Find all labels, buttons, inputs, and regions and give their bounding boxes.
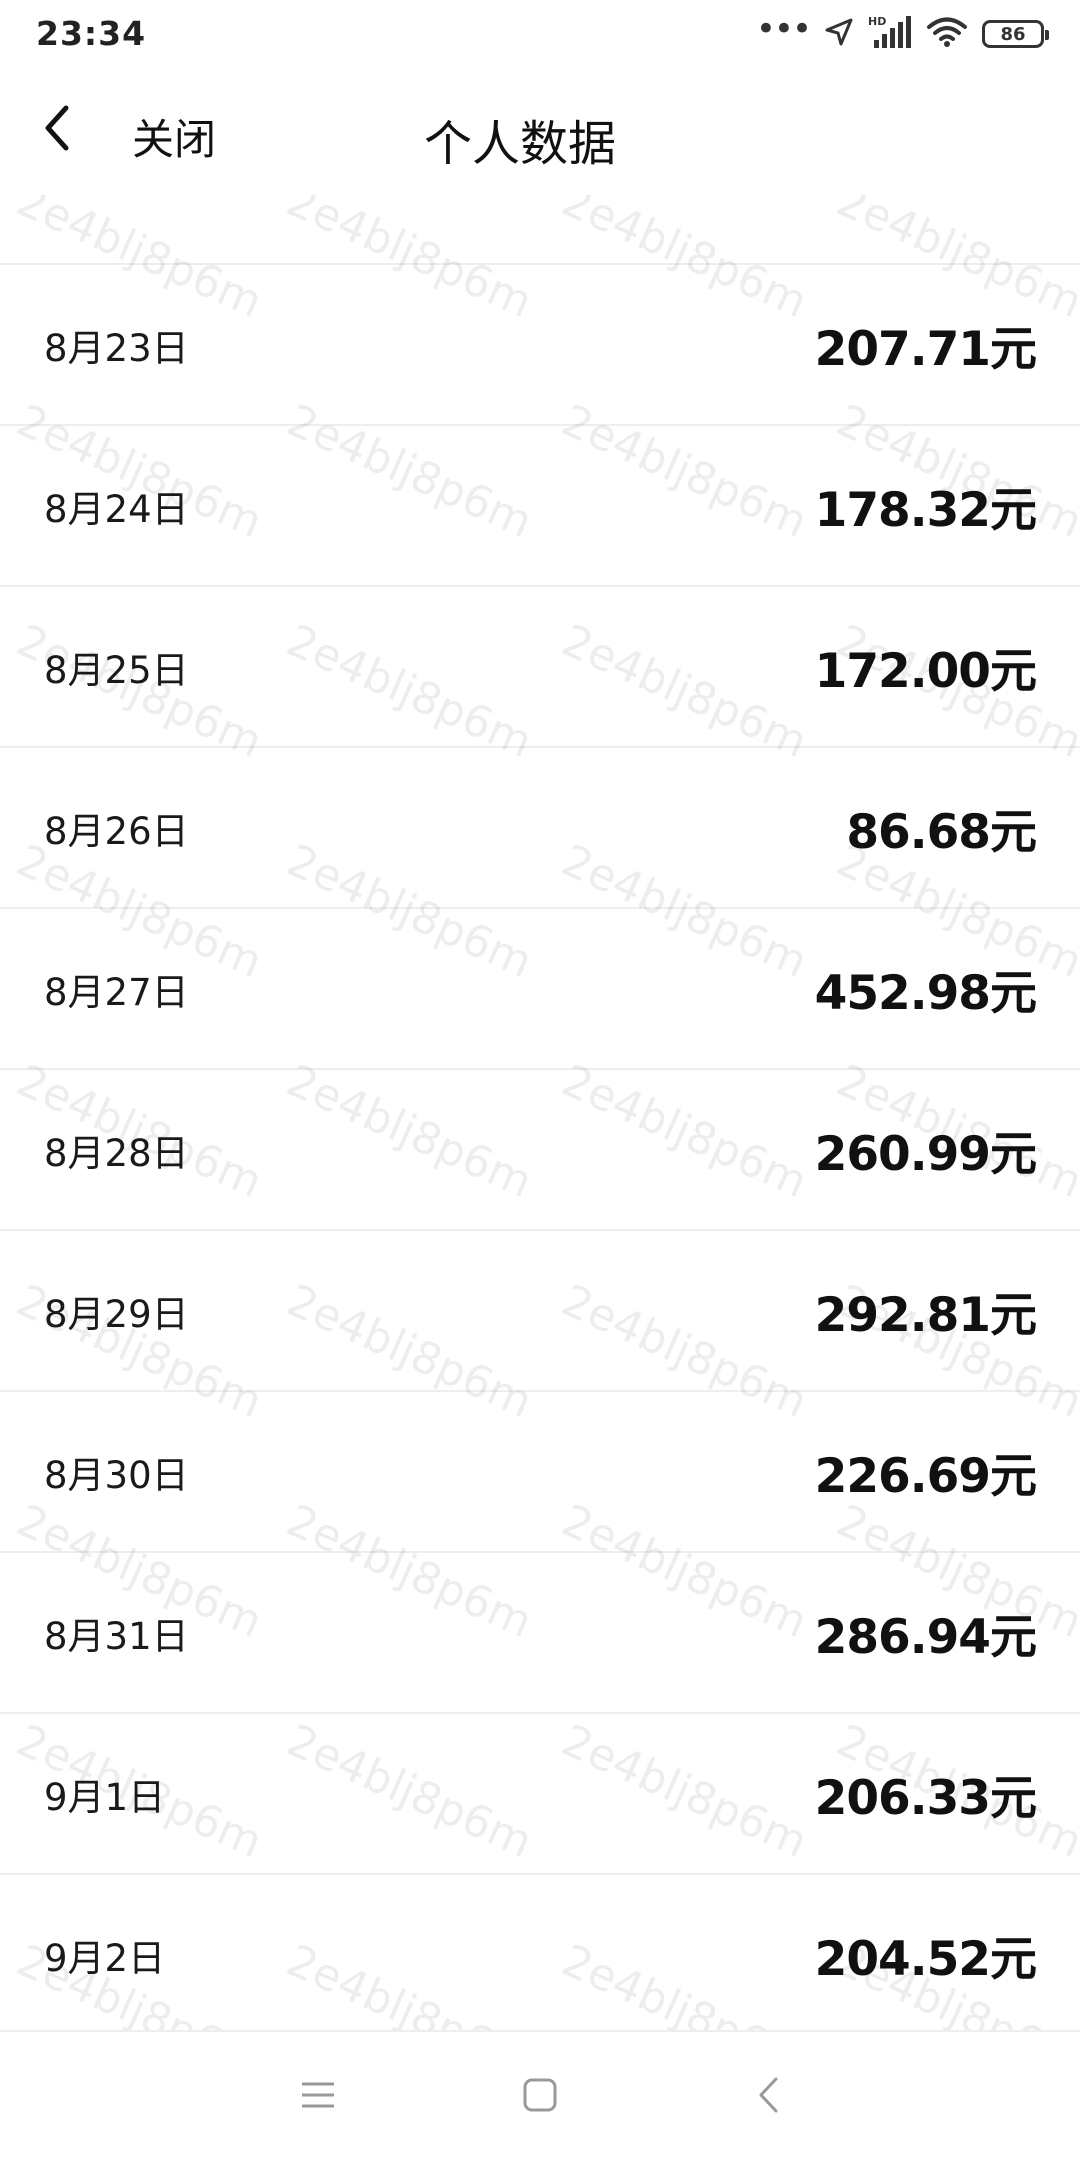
hd-signal-icon: HD xyxy=(868,14,912,54)
system-navigation-bar xyxy=(0,2030,1080,2160)
list-item: 8月23日 207.71元 xyxy=(0,265,1080,426)
more-dots-icon: ••• xyxy=(755,9,812,49)
row-date: 9月1日 xyxy=(44,1775,166,1819)
list-item: 9月2日 204.52元 xyxy=(0,1875,1080,2030)
row-amount: 226.69元 xyxy=(814,1449,1037,1504)
list-item: 8月26日 86.68元 xyxy=(0,748,1080,909)
svg-text:HD: HD xyxy=(868,15,886,28)
list-item: 9月1日 206.33元 xyxy=(0,1714,1080,1875)
list-rows: 8月23日 207.71元 8月24日 178.32元 8月25日 172.00元 8月26… xyxy=(0,265,1080,2030)
row-amount: 292.81元 xyxy=(814,1288,1037,1343)
navigation-bar: 关闭 个人数据 xyxy=(0,70,1080,195)
row-amount: 86.68元 xyxy=(846,805,1037,860)
daily-data-list[interactable]: 8月23日 207.71元 8月24日 178.32元 8月25日 172.00元 8月26… xyxy=(0,195,1080,2030)
back-triangle-icon[interactable] xyxy=(733,2060,803,2130)
wifi-icon xyxy=(926,16,968,52)
row-amount: 206.33元 xyxy=(814,1771,1037,1826)
status-time: 23:34 xyxy=(36,14,147,53)
home-square-icon[interactable] xyxy=(505,2060,575,2130)
row-date: 8月24日 xyxy=(44,487,189,531)
row-date: 8月25日 xyxy=(44,648,189,692)
row-amount: 178.32元 xyxy=(814,483,1037,538)
row-amount: 207.71元 xyxy=(814,322,1037,377)
list-item: 8月29日 292.81元 xyxy=(0,1231,1080,1392)
row-date: 9月2日 xyxy=(44,1936,166,1980)
row-amount: 286.94元 xyxy=(814,1610,1037,1665)
list-item: 8月28日 260.99元 xyxy=(0,1070,1080,1231)
partial-list-item xyxy=(0,195,1080,265)
battery-icon: 86 xyxy=(982,20,1049,48)
menu-icon[interactable] xyxy=(283,2060,353,2130)
row-amount: 172.00元 xyxy=(814,644,1037,699)
row-amount: 260.99元 xyxy=(814,1127,1037,1182)
row-date: 8月28日 xyxy=(44,1131,189,1175)
status-bar: 23:34 ••• HD 86 xyxy=(0,0,1080,70)
row-date: 8月31日 xyxy=(44,1614,189,1658)
app-screen: 23:34 ••• HD 86 关闭 个人数据 8月23日 207.71元 8月… xyxy=(0,0,1080,2160)
row-date: 8月30日 xyxy=(44,1453,189,1497)
row-amount: 204.52元 xyxy=(814,1932,1037,1987)
list-item: 8月25日 172.00元 xyxy=(0,587,1080,748)
list-item: 8月24日 178.32元 xyxy=(0,426,1080,587)
row-date: 8月23日 xyxy=(44,326,189,370)
row-date: 8月27日 xyxy=(44,970,189,1014)
battery-level: 86 xyxy=(1000,23,1026,45)
row-amount: 452.98元 xyxy=(814,966,1037,1021)
list-item: 8月27日 452.98元 xyxy=(0,909,1080,1070)
page-title-wrap: 个人数据 xyxy=(0,104,1080,174)
status-icons: ••• HD 86 xyxy=(755,9,1049,54)
page-title: 个人数据 xyxy=(423,116,616,172)
location-arrow-icon xyxy=(824,17,854,51)
list-item: 8月30日 226.69元 xyxy=(0,1392,1080,1553)
list-item: 8月31日 286.94元 xyxy=(0,1553,1080,1714)
row-date: 8月29日 xyxy=(44,1292,189,1336)
row-date: 8月26日 xyxy=(44,809,189,853)
